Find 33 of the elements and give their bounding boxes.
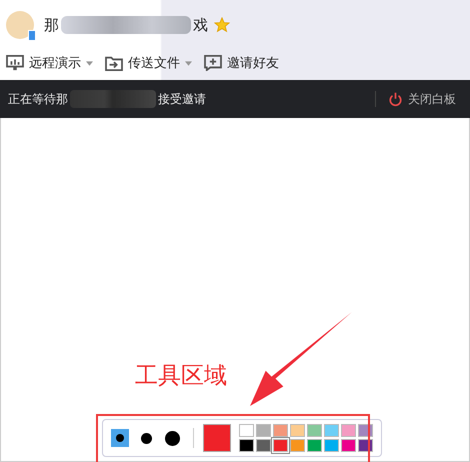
whiteboard-canvas[interactable] xyxy=(0,118,470,462)
color-swatch[interactable] xyxy=(290,424,305,437)
color-swatch[interactable] xyxy=(324,424,339,437)
status-text: 接受邀请 xyxy=(158,90,206,108)
plus-message-icon xyxy=(204,55,222,71)
contact-name: 那 xyxy=(44,16,59,34)
power-icon xyxy=(388,92,403,106)
color-swatch[interactable] xyxy=(290,439,305,452)
folder-arrow-icon xyxy=(105,55,123,71)
monitor-icon xyxy=(6,55,24,71)
color-swatch[interactable] xyxy=(239,424,254,437)
color-swatch[interactable] xyxy=(239,439,254,452)
phone-icon xyxy=(28,30,36,41)
color-swatch[interactable] xyxy=(256,424,271,437)
toolbar-button[interactable]: 远程演示 xyxy=(6,54,93,72)
toolbar-button[interactable]: 邀请好友 xyxy=(204,54,279,72)
color-swatch[interactable] xyxy=(273,424,288,437)
avatar[interactable] xyxy=(6,11,34,39)
color-swatch[interactable] xyxy=(273,439,288,452)
color-swatch[interactable] xyxy=(341,424,356,437)
toolbar-button[interactable]: 传送文件 xyxy=(105,54,192,72)
close-whiteboard-button[interactable]: 关闭白板 xyxy=(388,90,456,108)
color-swatch[interactable] xyxy=(341,439,356,452)
status-text: 正在等待那 xyxy=(8,90,68,108)
color-swatch[interactable] xyxy=(307,439,322,452)
color-swatch[interactable] xyxy=(307,424,322,437)
annotation-label: 工具区域 xyxy=(135,362,227,391)
star-icon xyxy=(214,17,230,33)
pen-size-button[interactable] xyxy=(163,429,181,447)
color-swatch[interactable] xyxy=(256,439,271,452)
pen-size-button[interactable] xyxy=(111,429,129,447)
contact-name: 戏 xyxy=(193,16,208,34)
color-swatch[interactable] xyxy=(324,439,339,452)
